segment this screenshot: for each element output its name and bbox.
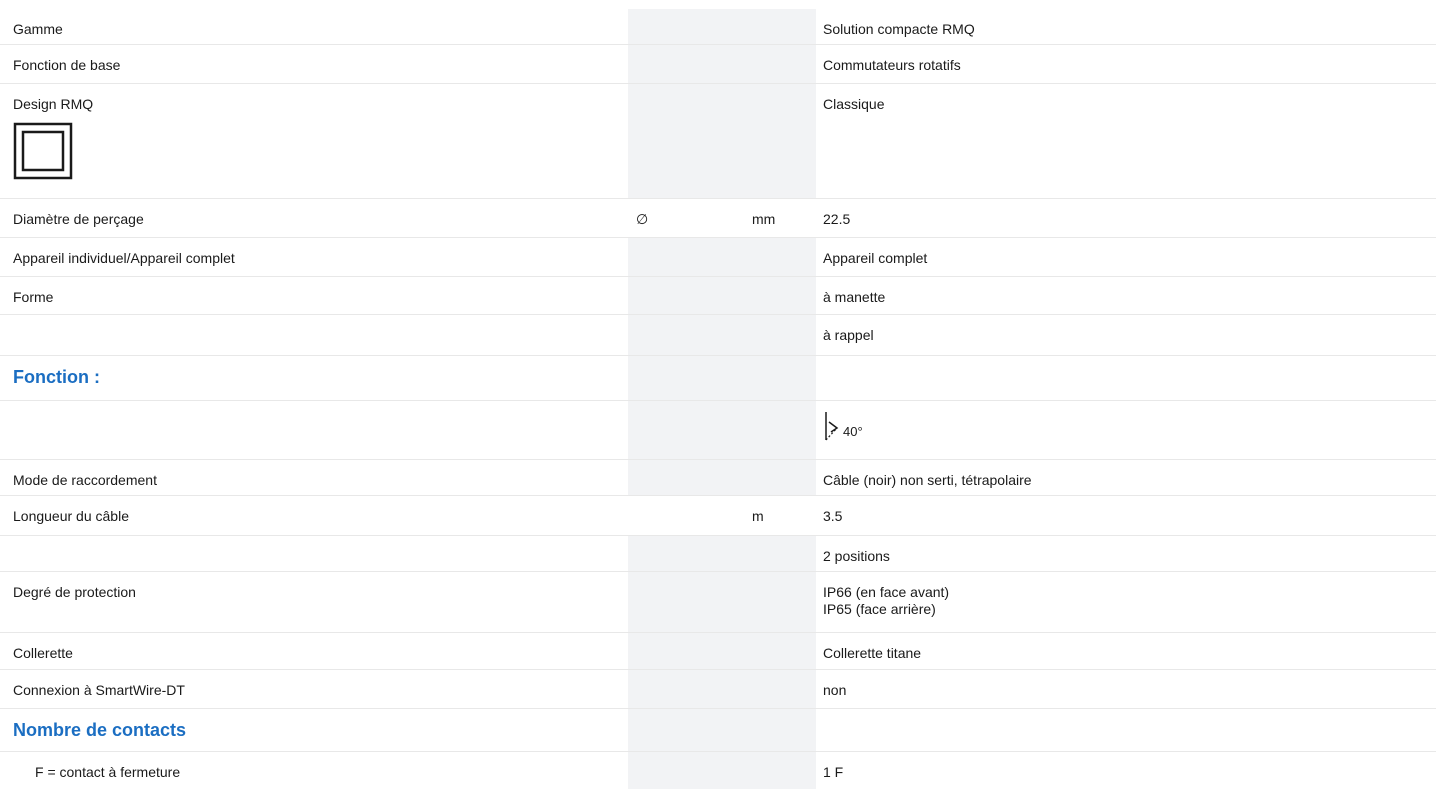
spec-value: IP66 (en face avant) IP65 (face arrière) xyxy=(816,572,1436,632)
spec-value: Collerette titane xyxy=(823,645,922,661)
spec-symbol xyxy=(628,277,743,314)
section-fonction: Fonction : xyxy=(0,355,1436,400)
spec-value: Classique xyxy=(823,96,885,112)
spec-unit xyxy=(743,536,816,571)
rotation-angle-icon xyxy=(825,412,839,441)
spec-row-collerette: Collerette Collerette titane xyxy=(0,632,1436,669)
spec-unit xyxy=(743,401,816,459)
angle-value: 40° xyxy=(843,424,863,439)
spec-label xyxy=(0,536,628,571)
spec-label xyxy=(0,315,628,355)
spec-symbol xyxy=(628,752,743,789)
diameter-symbol: ∅ xyxy=(628,199,743,237)
spec-row-forme: Forme à manette xyxy=(0,276,1436,314)
spec-value: 22.5 xyxy=(823,211,851,227)
spec-label: Connexion à SmartWire-DT xyxy=(13,682,185,698)
spec-label: Diamètre de perçage xyxy=(13,211,144,227)
spec-row-smartwire: Connexion à SmartWire-DT non xyxy=(0,669,1436,708)
spec-unit xyxy=(743,315,816,355)
square-frame-icon xyxy=(13,122,73,180)
spec-unit xyxy=(743,45,816,83)
spec-label: Forme xyxy=(13,289,54,305)
spec-label: Longueur du câble xyxy=(13,508,129,524)
spec-row-contact-fermeture: F = contact à fermeture 1 F xyxy=(0,751,1436,789)
spec-unit xyxy=(743,572,816,632)
spec-unit: mm xyxy=(743,199,816,237)
spec-label: F = contact à fermeture xyxy=(35,764,181,780)
spec-row-angle: 40° xyxy=(0,400,1436,459)
spec-symbol xyxy=(628,238,743,276)
spec-row-appareil: Appareil individuel/Appareil complet App… xyxy=(0,237,1436,276)
spec-value: Câble (noir) non serti, tétrapolaire xyxy=(823,472,1032,488)
spec-symbol xyxy=(628,496,743,535)
spec-value: non xyxy=(823,682,847,698)
spec-label: Collerette xyxy=(13,645,73,661)
spec-label xyxy=(0,401,628,459)
spec-value: 2 positions xyxy=(823,548,890,564)
spec-row-fonction-de-base: Fonction de base Commutateurs rotatifs xyxy=(0,44,1436,83)
spec-label: Degré de protection xyxy=(13,584,136,600)
spec-table: Gamme Solution compacte RMQ Fonction de … xyxy=(0,0,1436,789)
spec-unit xyxy=(743,752,816,789)
spec-unit xyxy=(743,84,816,198)
spec-label: Appareil individuel/Appareil complet xyxy=(13,250,235,266)
spec-value: 1 F xyxy=(823,764,844,780)
spec-value: Appareil complet xyxy=(823,250,928,266)
section-heading: Nombre de contacts xyxy=(13,720,187,740)
section-heading: Fonction : xyxy=(13,367,100,387)
spec-label: Fonction de base xyxy=(13,57,121,73)
spec-row-protection: Degré de protection IP66 (en face avant)… xyxy=(0,571,1436,632)
spec-row-rappel: à rappel xyxy=(0,314,1436,355)
spec-value: à manette xyxy=(823,289,886,305)
spec-value: Solution compacte RMQ xyxy=(823,21,975,37)
spec-value: 3.5 xyxy=(823,508,843,524)
spec-symbol xyxy=(628,9,743,44)
spec-unit xyxy=(743,633,816,669)
spec-unit: m xyxy=(743,496,816,535)
spec-label: Design RMQ xyxy=(13,96,94,112)
spec-unit xyxy=(743,670,816,708)
spec-row-gamme: Gamme Solution compacte RMQ xyxy=(0,9,1436,44)
spec-row-diametre: Diamètre de perçage ∅ mm 22.5 xyxy=(0,198,1436,237)
spec-symbol xyxy=(628,670,743,708)
spec-unit xyxy=(743,277,816,314)
spec-value-line: IP66 (en face avant) xyxy=(823,584,950,600)
spec-unit xyxy=(743,238,816,276)
spec-label: Mode de raccordement xyxy=(13,472,157,488)
spec-row-raccordement: Mode de raccordement Câble (noir) non se… xyxy=(0,459,1436,495)
spec-row-positions: 2 positions xyxy=(0,535,1436,571)
spec-value: à rappel xyxy=(823,327,874,343)
spec-symbol xyxy=(628,536,743,571)
spec-row-design-rmq: Design RMQ Classique xyxy=(0,83,1436,198)
spec-symbol xyxy=(628,84,743,198)
spec-symbol xyxy=(628,460,743,495)
spec-unit xyxy=(743,9,816,44)
spec-value-line: IP65 (face arrière) xyxy=(823,601,936,617)
spec-symbol xyxy=(628,572,743,632)
spec-symbol xyxy=(628,633,743,669)
spec-label: Gamme xyxy=(13,21,63,37)
spec-symbol xyxy=(628,401,743,459)
section-nombre-contacts: Nombre de contacts xyxy=(0,708,1436,751)
spec-row-longueur-cable: Longueur du câble m 3.5 xyxy=(0,495,1436,535)
spec-symbol xyxy=(628,315,743,355)
spec-value: Commutateurs rotatifs xyxy=(823,57,961,73)
spec-symbol xyxy=(628,45,743,83)
spec-unit xyxy=(743,460,816,495)
